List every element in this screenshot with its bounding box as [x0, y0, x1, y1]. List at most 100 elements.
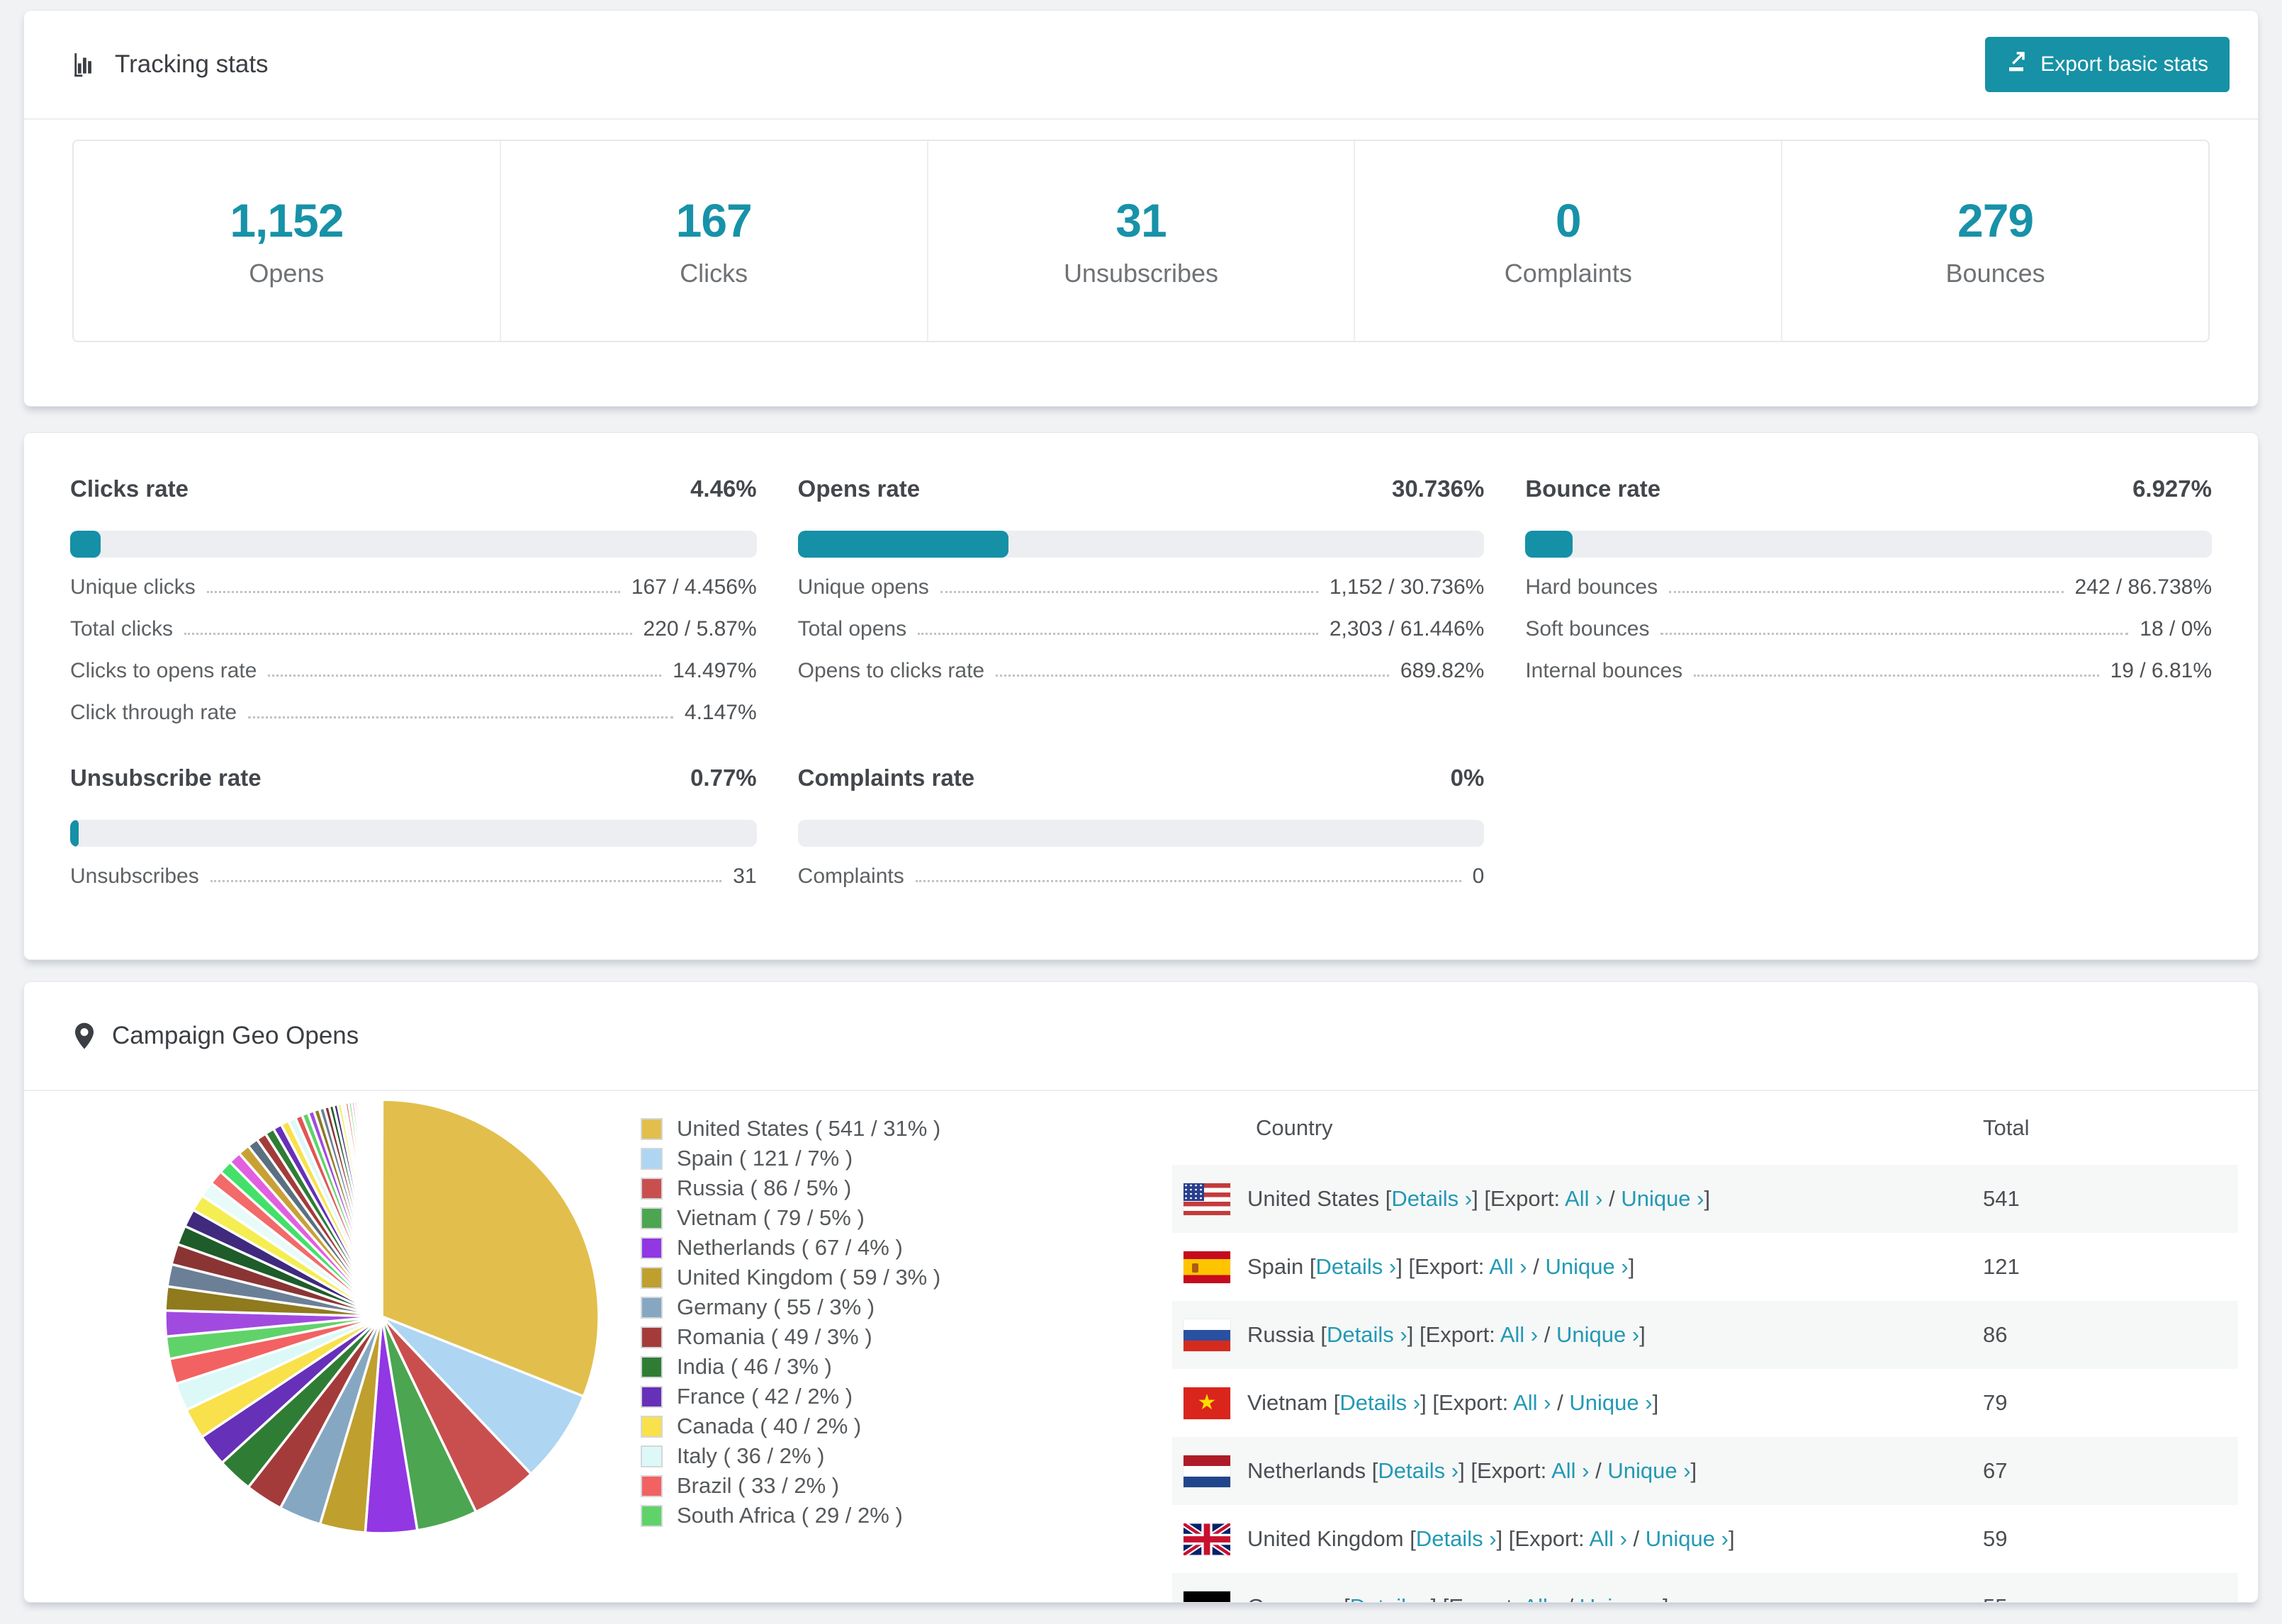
rate-stat-row: Unique opens 1,152 / 30.736% [798, 573, 1485, 599]
legend-item[interactable]: United Kingdom ( 59 / 3% ) [641, 1263, 1151, 1292]
summary-stat-cell: 167 Clicks [501, 141, 928, 341]
export-all-link[interactable]: All › [1551, 1458, 1589, 1483]
tracking-stats-card: Tracking stats Export basic stats 1,152 … [23, 10, 2259, 407]
total-cell: 55 [1983, 1594, 2238, 1602]
dotted-leader [996, 675, 1389, 677]
export-unique-link[interactable]: Unique › [1621, 1186, 1704, 1211]
export-prefix: [Export: [1443, 1594, 1519, 1602]
legend-label: Romania ( 49 / 3% ) [677, 1324, 872, 1349]
export-prefix: [Export: [1471, 1458, 1547, 1483]
legend-item[interactable]: France ( 42 / 2% ) [641, 1382, 1151, 1411]
details-link[interactable]: Details › [1339, 1390, 1420, 1415]
legend-label: Spain ( 121 / 7% ) [677, 1146, 853, 1171]
export-prefix: [Export: [1419, 1322, 1495, 1347]
rate-stat-label: Clicks to opens rate [70, 659, 257, 682]
pie-slice[interactable] [380, 1098, 384, 1318]
export-unique-link[interactable]: Unique › [1607, 1458, 1690, 1483]
legend-item[interactable]: Vietnam ( 79 / 5% ) [641, 1203, 1151, 1233]
details-link[interactable]: Details › [1391, 1186, 1472, 1211]
export-button-label: Export basic stats [2040, 52, 2208, 76]
legend-item[interactable]: Romania ( 49 / 3% ) [641, 1322, 1151, 1352]
rate-section: Opens rate 30.736% Unique opens 1,152 / … [797, 475, 1485, 725]
geo-pie-chart[interactable] [70, 1091, 641, 1540]
summary-stat-value: 167 [675, 194, 753, 247]
export-all-link[interactable]: All › [1500, 1322, 1538, 1347]
summary-stat-label: Clicks [680, 259, 748, 288]
rate-section-header: Bounce rate 6.927% [1525, 475, 2212, 502]
legend-swatch [641, 1296, 663, 1319]
table-row: Netherlands [Details ›] [Export: All › /… [1172, 1437, 2238, 1505]
legend-label: Brazil ( 33 / 2% ) [677, 1473, 840, 1498]
rate-stat-row: Complaints 0 [798, 862, 1485, 889]
legend-item[interactable]: Russia ( 86 / 5% ) [641, 1173, 1151, 1203]
details-link[interactable]: Details › [1378, 1458, 1458, 1483]
country-cell: United States [Details ›] [Export: All ›… [1172, 1183, 1983, 1215]
tracking-stats-header: Tracking stats Export basic stats [24, 11, 2258, 118]
rate-stat-row: Click through rate 4.147% [70, 699, 757, 725]
dotted-leader [940, 591, 1318, 593]
rate-progress-track [70, 531, 757, 558]
export-unique-link[interactable]: Unique › [1646, 1526, 1729, 1551]
table-row: United States [Details ›] [Export: All ›… [1172, 1165, 2238, 1233]
rate-title: Unsubscribe rate [70, 765, 262, 791]
rate-progress-track [797, 531, 1485, 558]
geo-header: Campaign Geo Opens [24, 982, 2258, 1090]
pie-svg[interactable] [162, 1097, 602, 1536]
export-all-link[interactable]: All › [1523, 1594, 1561, 1602]
legend-item[interactable]: Germany ( 55 / 3% ) [641, 1292, 1151, 1322]
dotted-leader [268, 675, 662, 677]
rate-stat-value: 18 / 0% [2140, 617, 2212, 641]
details-link[interactable]: Details › [1316, 1254, 1397, 1279]
country-cell: Russia [Details ›] [Export: All › / Uniq… [1172, 1319, 1983, 1351]
export-prefix: [Export: [1408, 1254, 1485, 1279]
country-flag [1184, 1591, 1230, 1602]
dotted-leader [918, 633, 1318, 635]
legend-swatch [641, 1355, 663, 1378]
rate-stat-label: Click through rate [70, 701, 237, 724]
rate-stat-row: Unsubscribes 31 [70, 862, 757, 889]
bar-chart-icon [72, 51, 99, 78]
export-unique-link[interactable]: Unique › [1580, 1594, 1663, 1602]
rate-stat-value: 14.497% [673, 659, 757, 682]
details-link[interactable]: Details › [1350, 1594, 1431, 1602]
country-links: United Kingdom [Details ›] [Export: All … [1247, 1526, 1735, 1551]
details-link[interactable]: Details › [1416, 1526, 1497, 1551]
rate-stat-value: 2,303 / 61.446% [1329, 617, 1485, 641]
export-all-link[interactable]: All › [1590, 1526, 1627, 1551]
export-basic-stats-button[interactable]: Export basic stats [1985, 37, 2230, 92]
details-link[interactable]: Details › [1327, 1322, 1407, 1347]
legend-item[interactable]: Netherlands ( 67 / 4% ) [641, 1233, 1151, 1263]
export-unique-link[interactable]: Unique › [1569, 1390, 1652, 1415]
rate-section-header: Complaints rate 0% [798, 765, 1485, 791]
rate-stat-row: Unique clicks 167 / 4.456% [70, 573, 757, 599]
rate-rows: Hard bounces 242 / 86.738% Soft bounces … [1525, 573, 2212, 683]
rate-progress-track [1525, 531, 2212, 558]
total-cell: 86 [1983, 1322, 2008, 1347]
legend-item[interactable]: Italy ( 36 / 2% ) [641, 1441, 1151, 1471]
legend-item[interactable]: Canada ( 40 / 2% ) [641, 1411, 1151, 1441]
country-links: Russia [Details ›] [Export: All › / Uniq… [1247, 1322, 1646, 1347]
export-all-link[interactable]: All › [1489, 1254, 1527, 1279]
rate-stat-label: Hard bounces [1525, 575, 1658, 599]
legend-swatch [641, 1385, 663, 1408]
export-unique-link[interactable]: Unique › [1546, 1254, 1629, 1279]
legend-item[interactable]: Spain ( 121 / 7% ) [641, 1144, 1151, 1173]
country-flag [1184, 1455, 1230, 1487]
legend-item[interactable]: India ( 46 / 3% ) [641, 1352, 1151, 1382]
export-all-link[interactable]: All › [1565, 1186, 1602, 1211]
country-cell: United Kingdom [Details ›] [Export: All … [1172, 1523, 1983, 1555]
legend-item[interactable]: United States ( 541 / 31% ) [641, 1114, 1151, 1144]
export-unique-link[interactable]: Unique › [1556, 1322, 1639, 1347]
legend-swatch [641, 1236, 663, 1259]
rate-section: Unsubscribe rate 0.77% Unsubscribes 31 [70, 765, 757, 889]
legend-item[interactable]: South Africa ( 29 / 2% ) [641, 1501, 1151, 1530]
rate-stat-label: Unique opens [797, 575, 929, 599]
legend-swatch [641, 1177, 663, 1200]
legend-item[interactable]: Brazil ( 33 / 2% ) [641, 1471, 1151, 1501]
rate-progress-fill [70, 531, 101, 558]
rate-percent: 0.77% [690, 765, 757, 791]
export-all-link[interactable]: All › [1513, 1390, 1551, 1415]
dotted-leader [915, 880, 1461, 882]
rate-stat-label: Total clicks [70, 617, 174, 641]
rate-title: Clicks rate [70, 475, 189, 502]
